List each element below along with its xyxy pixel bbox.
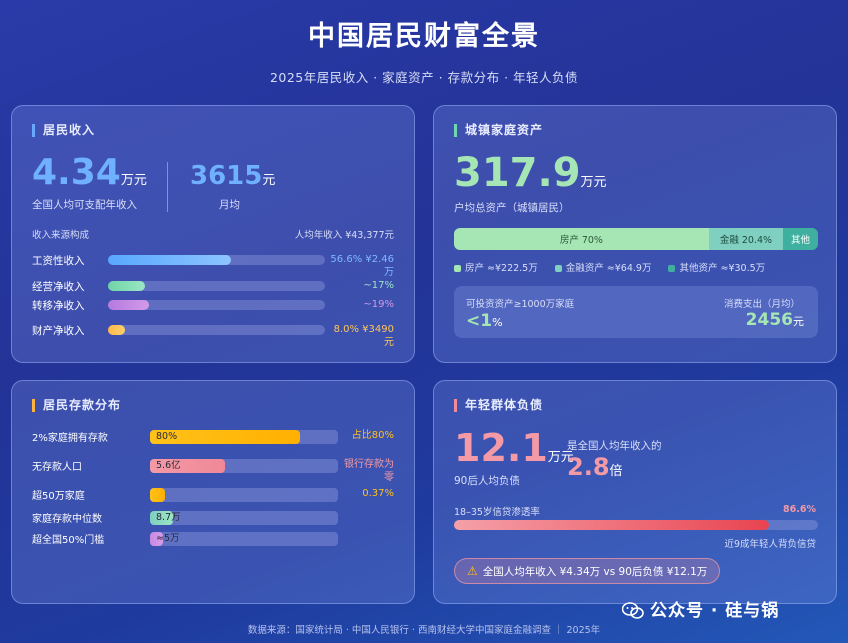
page-header: 中国居民财富全景 2025年居民收入 · 家庭资产 · 存款分布 · 年轻人负债 [0,14,848,86]
debt-big-label: 90后人均负债 [454,475,520,487]
penetration-label: 18–35岁信贷渗透率 [454,507,540,518]
wechat-icon [621,602,644,620]
deposit-bar-track: 5.6亿 [150,459,338,473]
deposits-card-title: 居民存款分布 [32,399,121,412]
deposit-bar-track [150,488,338,502]
income-card-title: 居民收入 [32,124,95,137]
income-bar [108,281,145,291]
legend-dot-icon [454,265,461,272]
asset-legend: 房产 ≈¥222.5万 金融资产 ≈¥64.9万 其他资产 ≈¥30.5万 [454,260,765,274]
divider [167,162,168,212]
deposit-bar-label: 2%家庭拥有存款 [32,433,108,444]
legend-dot-icon [554,265,562,272]
penetration-note: 近9成年轻人背负信贷 [724,539,816,550]
penetration-bar [454,520,770,530]
footer-source: 数据来源：国家统计局 · 中国人民银行 · 西南财经大学中国家庭金融调查 ｜ 2… [247,625,601,636]
income-source-label: 收入来源构成 [32,230,90,241]
income-bar-value: 56.6% ¥2.46万 [330,254,394,278]
deposit-bar-inner-label: 8.7万 [156,512,181,523]
income-big-value: 4.34 [32,152,121,193]
spend-unit: 元 [793,315,804,328]
debt-big-stat: 12.1万元 [454,426,574,470]
income-bar-label: 财产净收入 [32,325,85,337]
deposit-bar-track: 80% [150,430,338,444]
asset-segment: 房产 70% [454,228,709,250]
ratio-label: 是全国人均年收入的 [567,440,662,452]
income-bar-track [108,255,325,265]
invest-value: <1 [466,311,493,331]
invest-label: 可投资资产≥1000万家庭 [466,299,575,310]
income-bar-label: 经营净收入 [32,281,85,293]
asset-segment: 其他 [783,228,818,250]
ratio-stat: 2.8倍 [567,453,623,481]
watermark-text: 公众号 · 硅与锅 [650,601,780,621]
deposit-bar-label: 超全国50%门槛 [32,535,105,546]
penetration-bar-track [454,520,818,530]
deposit-bar-inner-label: ≈5万 [156,533,180,544]
ratio-unit: 倍 [609,464,623,479]
income-bar [108,255,231,265]
income-bar [108,325,126,335]
deposit-bar-value: 银行存款为零 [344,459,394,483]
income-bar-track [108,281,325,291]
deposit-bar-inner-label: 5.6亿 [156,460,181,471]
ratio-value: 2.8 [567,453,610,481]
warning-text: 全国人均年收入 ¥4.34万 vs 90后负债 ¥12.1万 [482,565,708,578]
debt-card-title: 年轻群体负债 [454,399,543,412]
asset-stacked-bar: 房产 70% 金融 20.4% 其他 [454,228,818,250]
legend-item-other: 其他资产 ≈¥30.5万 [668,263,765,274]
deposit-bar-value: 占比80% [351,430,394,441]
invest-unit: % [492,316,503,329]
deposit-bar-value: 0.37% [362,488,394,499]
debt-big-value: 12.1 [454,426,548,470]
watermark: 公众号 · 硅与锅 [621,596,780,621]
income-big-unit: 万元 [120,173,147,188]
assets-big-value: 317.9 [454,150,581,196]
deposit-bar-track: ≈5万 [150,532,338,546]
page-title: 中国居民财富全景 [308,21,540,52]
income-monthly-unit: 元 [262,173,276,188]
income-monthly-label: 月均 [219,199,240,211]
deposit-bar-label: 家庭存款中位数 [32,514,102,525]
legend-item-housing: 房产 ≈¥222.5万 [454,263,538,274]
income-bar-label: 转移净收入 [32,300,85,312]
income-bar-value: ~17% [363,280,394,291]
legend-dot-icon [668,265,676,272]
deposit-bar-label: 无存款人口 [32,462,82,473]
deposit-bar-label: 超50万家庭 [32,491,85,502]
assets-card: 城镇家庭资产 317.9万元 户均总资产（城镇居民） 房产 70% 金融 20.4… [433,105,837,363]
assets-big-label: 户均总资产（城镇居民） [454,202,570,214]
asset-summary-box: 可投资资产≥1000万家庭 <1% 消费支出（月均） 2456元 [454,286,818,338]
income-monthly-stat: 3615元 [190,161,275,191]
income-bar-track [108,300,325,310]
deposit-bar [150,488,166,502]
warning-pill: ⚠ 全国人均年收入 ¥4.34万 vs 90后负债 ¥12.1万 [454,558,721,584]
assets-big-unit: 万元 [580,175,607,190]
assets-card-title: 城镇家庭资产 [454,124,543,137]
assets-big-stat: 317.9万元 [454,150,607,196]
debt-card: 年轻群体负债 12.1万元 90后人均负债 是全国人均年收入的 2.8倍 18–… [433,380,837,604]
spend-label: 消费支出（月均） [723,299,800,310]
income-bar [108,300,150,310]
income-bar-value: ~19% [363,299,394,310]
income-bar-label: 工资性收入 [32,255,85,267]
income-bar-track [108,325,325,335]
deposit-bar-track: 8.7万 [150,511,338,525]
legend-item-financial: 金融资产 ≈¥64.9万 [554,263,651,274]
warning-icon: ⚠ [467,564,478,578]
income-card: 居民收入 4.34万元 全国人均可支配年收入 3615元 月均 收入来源构成 人… [11,105,415,363]
income-monthly-value: 3615 [190,161,263,191]
income-bar-value: 8.0% ¥3490元 [333,324,394,348]
deposits-card: 居民存款分布 2%家庭拥有存款 80% 占比80% 无存款人口 5.6亿 银行存款为零超5… [11,380,415,604]
invest-stat: <1% [466,311,503,331]
asset-segment: 金融 20.4% [708,228,784,250]
income-annual-label: 人均年收入 ¥43,377元 [294,230,394,241]
spend-stat: 2456元 [746,310,804,330]
deposit-bar-inner-label: 80% [156,431,178,442]
income-big-label: 全国人均可支配年收入 [32,199,137,211]
page-subtitle: 2025年居民收入 · 家庭资产 · 存款分布 · 年轻人负债 [269,70,579,85]
penetration-value: 86.6% [783,504,816,515]
income-big-stat: 4.34万元 [32,152,147,193]
spend-value: 2456 [745,310,793,330]
